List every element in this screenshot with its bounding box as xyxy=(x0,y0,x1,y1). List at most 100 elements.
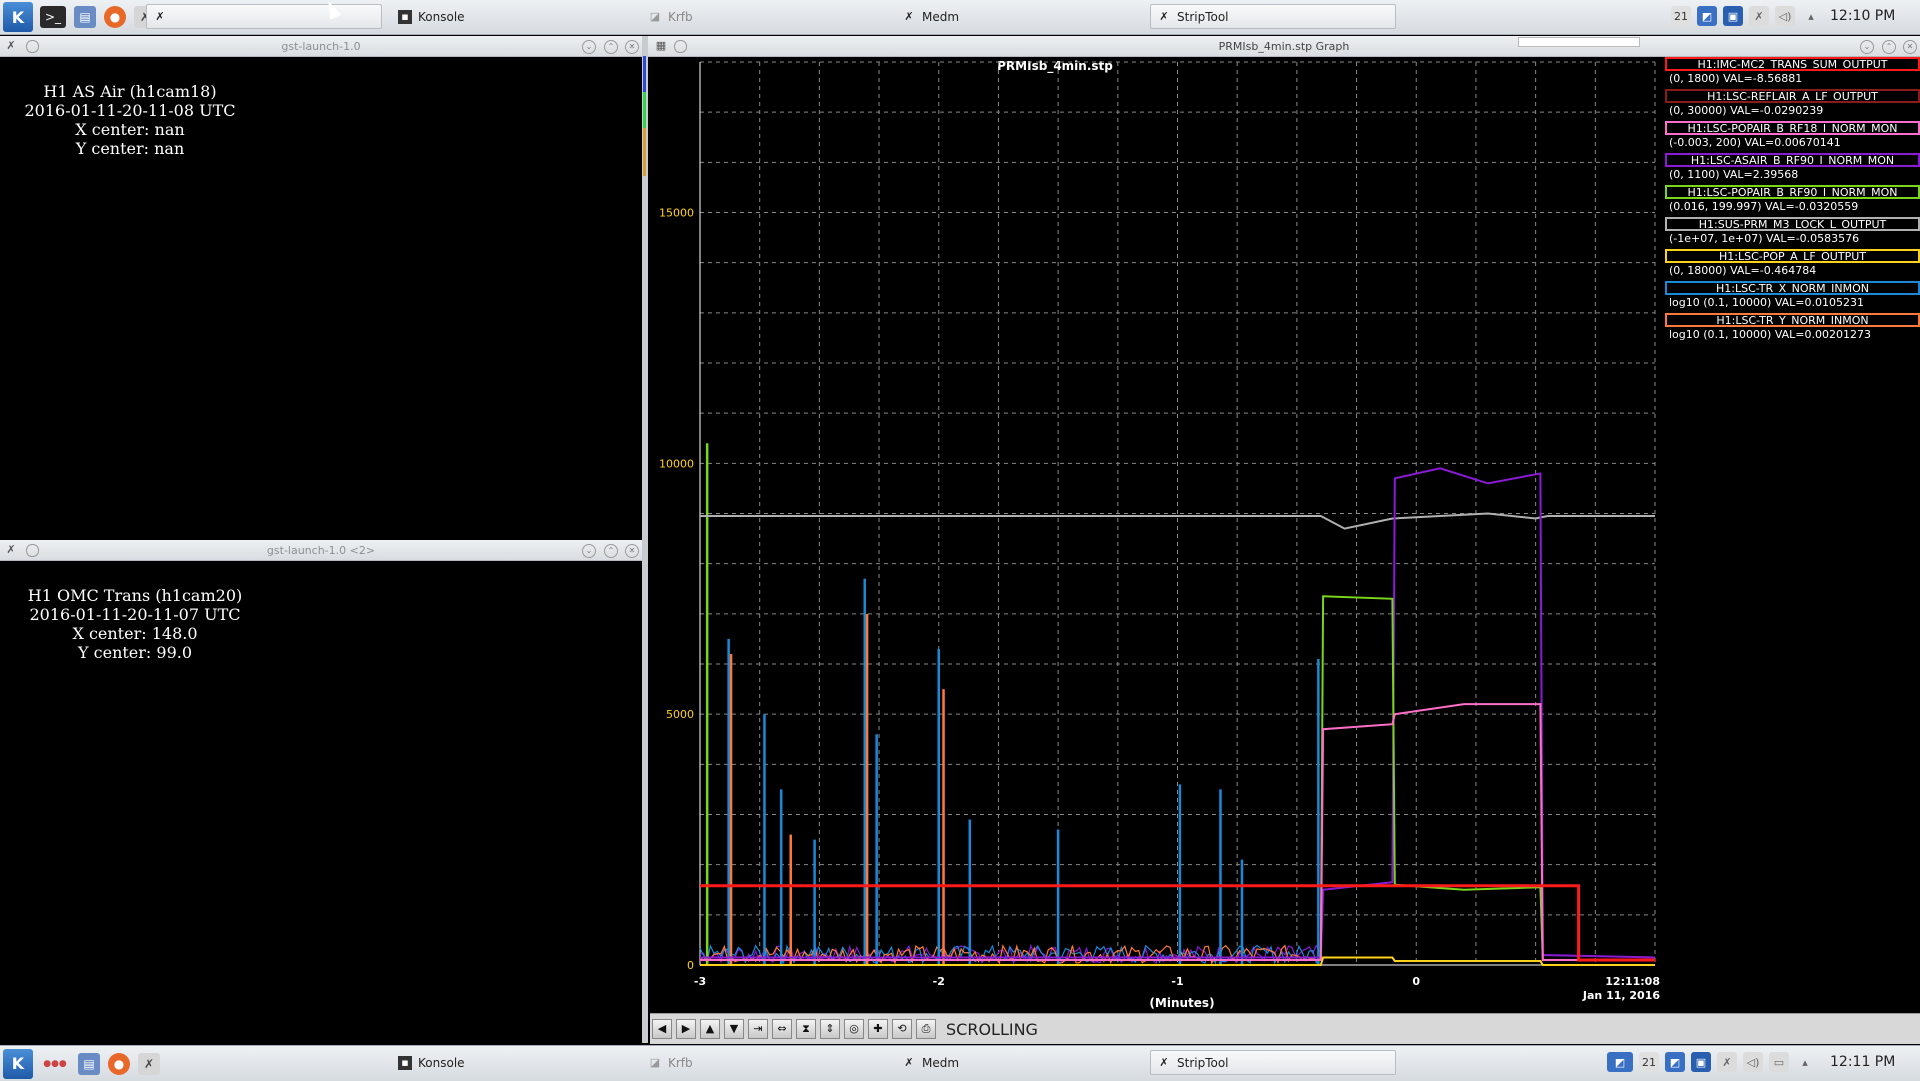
medm-icon: ✗ xyxy=(904,9,914,23)
camera-timestamp: 2016-01-11-20-11-07 UTC xyxy=(29,605,241,624)
chart-grid xyxy=(699,61,1656,966)
krfb-tray-icon[interactable]: ◩ xyxy=(1697,6,1717,26)
taskbar-item-striptool[interactable]: ✗ StripTool xyxy=(1150,4,1396,29)
titlebar[interactable]: ▦ PRMIsb_4min.stp Graph ⌄ ⌃ ✕ xyxy=(648,36,1920,57)
legend-item[interactable]: H1:LSC-ASAIR_B_RF90_I_NORM_MON (0, 1100) … xyxy=(1665,153,1920,185)
maximize-icon[interactable]: ⌃ xyxy=(604,40,618,54)
terminal-icon[interactable]: >_ xyxy=(40,6,66,28)
zoom-out-y-button[interactable]: ⇕ xyxy=(820,1019,840,1039)
pan-down-button[interactable]: ▼ xyxy=(724,1019,744,1039)
status-color-strip xyxy=(643,56,646,176)
striptool-icon: ✗ xyxy=(1159,9,1169,23)
taskbar-item-medm[interactable]: ✗ Medm xyxy=(896,1050,1132,1075)
legend-item[interactable]: H1:SUS-PRM_M3_LOCK_L_OUTPUT (-1e+07, 1e+0… xyxy=(1665,217,1920,249)
firefox-icon[interactable]: ● xyxy=(104,6,126,28)
legend-item[interactable]: H1:LSC-POPAIR_B_RF18_I_NORM_MON (-0.003, … xyxy=(1665,121,1920,153)
auto-scale-button[interactable]: ◎ xyxy=(844,1019,864,1039)
legend-signal-value: (-1e+07, 1e+07) VAL=-0.0583576 xyxy=(1669,232,1860,245)
zoom-out-x-button[interactable]: ⇔ xyxy=(772,1019,792,1039)
system-tray: ◩ 21 ◩ ▣ ✗ ◁) ▭ ▴ xyxy=(1604,1052,1818,1072)
legend-item[interactable]: H1:IMC-MC2_TRANS_SUM_OUTPUT (0, 1800) VAL… xyxy=(1665,57,1920,89)
task-label: Konsole xyxy=(418,1055,465,1070)
taskbar-item-active[interactable]: ✗ xyxy=(146,4,382,29)
minimize-icon[interactable]: ⌄ xyxy=(582,544,596,558)
scroll-status: SCROLLING xyxy=(946,1019,1038,1039)
krfb-tray-icon[interactable]: ◩ xyxy=(1665,1052,1685,1072)
pan-up-button[interactable]: ▲ xyxy=(700,1019,720,1039)
reset-button[interactable]: ✚ xyxy=(868,1019,888,1039)
window-title: gst-launch-1.0 xyxy=(281,39,361,53)
display-icon[interactable]: ▭ xyxy=(1769,1052,1789,1072)
zoom-in-x-button[interactable]: ⇥ xyxy=(748,1019,768,1039)
striptool-icon[interactable]: ✗ xyxy=(138,1052,160,1075)
taskbar-item-konsole[interactable]: ▪ Konsole xyxy=(392,4,628,29)
clock[interactable]: 12:11 PM xyxy=(1830,1054,1895,1070)
close-icon[interactable]: ✕ xyxy=(625,40,639,54)
legend-item[interactable]: H1:LSC-POP_A_LF_OUTPUT (0, 18000) VAL=-0.… xyxy=(1665,249,1920,281)
kde-menu-icon[interactable]: K xyxy=(3,1048,33,1079)
camera-overlay-text: H1 AS Air (h1cam18) 2016-01-11-20-11-08 … xyxy=(0,82,260,158)
taskbar-item-striptool[interactable]: ✗ StripTool xyxy=(1150,1050,1396,1075)
legend-signal-name[interactable]: H1:LSC-POPAIR_B_RF18_I_NORM_MON xyxy=(1665,121,1920,135)
legend-signal-name[interactable]: H1:IMC-MC2_TRANS_SUM_OUTPUT xyxy=(1665,57,1920,71)
maximize-icon[interactable]: ⌃ xyxy=(604,544,618,558)
tray-expand-icon[interactable]: ▴ xyxy=(1795,1052,1815,1072)
system-tray: 21 ◩ ▣ ✗ ◁) ▴ xyxy=(1668,6,1824,26)
legend-signal-name[interactable]: H1:LSC-ASAIR_B_RF90_I_NORM_MON xyxy=(1665,153,1920,167)
print-button[interactable]: ⎙ xyxy=(916,1019,936,1039)
titlebar[interactable]: ✗ gst-launch-1.0 ⌄ ⌃ ✕ xyxy=(0,36,642,57)
calendar-icon[interactable]: 21 xyxy=(1671,6,1691,26)
pan-left-button[interactable]: ◀ xyxy=(652,1019,672,1039)
taskbar-item-medm[interactable]: ✗ Medm xyxy=(896,4,1132,29)
minimize-icon[interactable]: ⌄ xyxy=(582,40,596,54)
camera-timestamp: 2016-01-11-20-11-08 UTC xyxy=(24,101,236,120)
legend-signal-value: log10 (0.1, 10000) VAL=0.00201273 xyxy=(1669,328,1871,341)
tray-expand-icon[interactable]: ▴ xyxy=(1801,6,1821,26)
taskbar-item-krfb[interactable]: ◪ Krfb xyxy=(642,1050,878,1075)
volume-icon[interactable]: ◁) xyxy=(1743,1052,1763,1072)
window-title: PRMIsb_4min.stp Graph xyxy=(1218,39,1350,53)
legend-signal-name[interactable]: H1:SUS-PRM_M3_LOCK_L_OUTPUT xyxy=(1665,217,1920,231)
file-manager-icon[interactable]: ▤ xyxy=(78,1052,100,1075)
calendar-icon[interactable]: 21 xyxy=(1639,1052,1659,1072)
legend-signal-name[interactable]: H1:LSC-POPAIR_B_RF90_I_NORM_MON xyxy=(1665,185,1920,199)
kde-menu-icon[interactable]: K xyxy=(3,2,33,32)
chart-tick-labels: 0 5000 10000 15000 -3 -2 -1 0 xyxy=(659,207,1420,989)
x-center: X center: nan xyxy=(75,120,185,139)
legend-signal-name[interactable]: H1:LSC-TR_X_NORM_INMON xyxy=(1665,281,1920,295)
legend-item[interactable]: H1:LSC-POPAIR_B_RF90_I_NORM_MON (0.016, 1… xyxy=(1665,185,1920,217)
legend-signal-value: (0.016, 199.997) VAL=-0.0320559 xyxy=(1669,200,1859,213)
legend-item[interactable]: H1:LSC-REFLAIR_A_LF_OUTPUT (0, 30000) VAL… xyxy=(1665,89,1920,121)
krfb-icon: ◪ xyxy=(649,1055,661,1069)
close-icon[interactable]: ✕ xyxy=(625,544,639,558)
network-manager-icon[interactable]: ◩ xyxy=(1607,1052,1633,1072)
tray-number: 21 xyxy=(1642,1055,1656,1069)
taskbar-item-konsole[interactable]: ▪ Konsole xyxy=(392,1050,628,1075)
titlebar[interactable]: ✗ gst-launch-1.0 <2> ⌄ ⌃ ✕ xyxy=(0,540,642,561)
clock[interactable]: 12:10 PM xyxy=(1830,8,1895,24)
legend-signal-name[interactable]: H1:LSC-TR_Y_NORM_INMON xyxy=(1665,313,1920,327)
taskbar-item-krfb[interactable]: ◪ Krfb xyxy=(642,4,878,29)
tools-icon[interactable]: ✗ xyxy=(1717,1052,1737,1072)
zoom-in-y-button[interactable]: ⧗ xyxy=(796,1019,816,1039)
file-manager-icon[interactable]: ▤ xyxy=(74,6,96,28)
maximize-icon[interactable]: ⌃ xyxy=(1882,40,1896,54)
network-icon[interactable]: ▣ xyxy=(1723,6,1743,26)
task-label: Medm xyxy=(922,9,960,24)
striptool-toolbar: ◀ ▶ ▲ ▼ ⇥ ⇔ ⧗ ⇕ ◎ ✚ ⟲ ⎙ SCROLLING xyxy=(650,1013,1920,1044)
legend-item[interactable]: H1:LSC-TR_X_NORM_INMON log10 (0.1, 10000)… xyxy=(1665,281,1920,313)
legend-signal-value: log10 (0.1, 10000) VAL=0.0105231 xyxy=(1669,296,1864,309)
pan-right-button[interactable]: ▶ xyxy=(676,1019,696,1039)
firefox-icon[interactable]: ● xyxy=(108,1052,130,1075)
legend-item[interactable]: H1:LSC-TR_Y_NORM_INMON log10 (0.1, 10000)… xyxy=(1665,313,1920,345)
close-icon[interactable]: ✕ xyxy=(1903,40,1917,54)
tools-icon[interactable]: ✗ xyxy=(1749,6,1769,26)
network-icon[interactable]: ▣ xyxy=(1691,1052,1711,1072)
volume-icon[interactable]: ◁) xyxy=(1775,6,1795,26)
legend-signal-name[interactable]: H1:LSC-REFLAIR_A_LF_OUTPUT xyxy=(1665,89,1920,103)
refresh-button[interactable]: ⟲ xyxy=(892,1019,912,1039)
y-tick-label: 0 xyxy=(687,959,694,972)
minimize-icon[interactable]: ⌄ xyxy=(1860,40,1874,54)
pager-icon[interactable]: ●●● xyxy=(40,1053,70,1075)
legend-signal-name[interactable]: H1:LSC-POP_A_LF_OUTPUT xyxy=(1665,249,1920,263)
